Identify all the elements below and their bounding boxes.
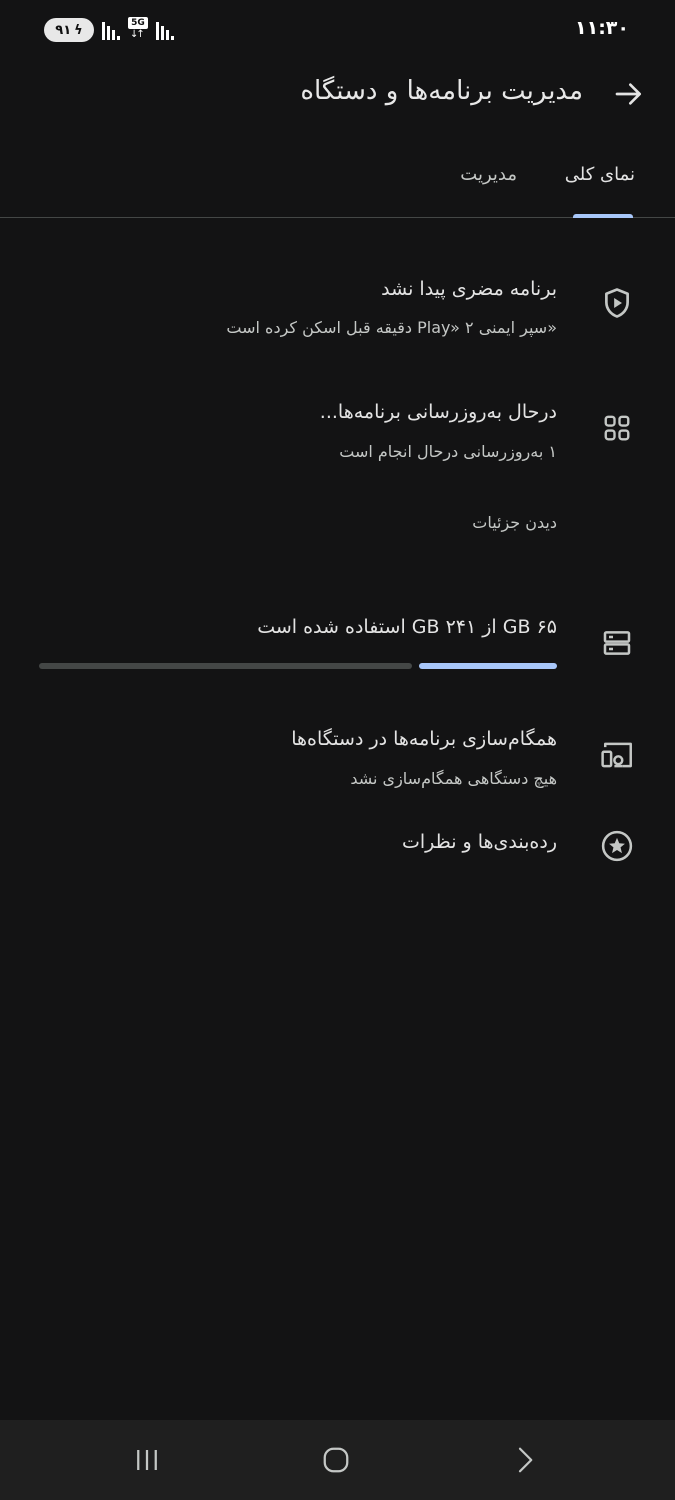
ratings-title: رده‌بندی‌ها و نظرات (401, 831, 557, 853)
devices-icon (600, 738, 634, 772)
system-nav-bar (0, 1420, 675, 1500)
shield-play-icon (600, 286, 634, 320)
tab-indicator (573, 214, 633, 218)
recent-apps-button[interactable] (127, 1442, 167, 1478)
apps-grid-icon (600, 411, 634, 445)
tab-manage[interactable]: مدیریت (460, 164, 517, 185)
tab-bar: نمای کلی مدیریت (0, 140, 675, 218)
storage-row[interactable]: ۶۵ GB از ۲۴۱ GB استفاده شده است (0, 610, 675, 680)
home-icon (323, 1447, 349, 1473)
chevron-right-icon (518, 1447, 533, 1473)
network-5g-icon: 5G ↓↑ (128, 17, 148, 43)
network-type-label: 5G (128, 17, 148, 29)
signal-icon-sim1 (102, 20, 120, 40)
screen: ۱۱:۳۰ ۹۱ ϟ 5G ↓↑ مدیریت برنامه‌ها و دستگ… (0, 0, 675, 1500)
protect-subtitle: «سپر ایمنی Play» ۲ دقیقه قبل اسکن کرده ا… (226, 318, 557, 337)
signal-icon-sim2 (156, 20, 174, 40)
storage-used-fill (419, 663, 557, 669)
protect-title: برنامه مضری پیدا نشد (381, 278, 557, 300)
ratings-row[interactable]: رده‌بندی‌ها و نظرات (0, 812, 675, 882)
battery-level: ۹۱ (55, 22, 72, 38)
play-protect-row[interactable]: برنامه مضری پیدا نشد «سپر ایمنی Play» ۲ … (0, 270, 675, 360)
star-circle-icon (600, 829, 634, 863)
recent-apps-icon (137, 1450, 157, 1470)
updates-title: درحال به‌روزرسانی برنامه‌ها... (319, 401, 557, 423)
home-button[interactable] (316, 1442, 356, 1478)
sync-title: همگام‌سازی برنامه‌ها در دستگاه‌ها (291, 728, 557, 750)
battery-icon: ۹۱ ϟ (44, 18, 94, 42)
status-time: ۱۱:۳۰ (575, 17, 629, 39)
back-nav-button[interactable] (505, 1442, 545, 1478)
updates-subtitle: ۱ به‌روزرسانی درحال انجام است (339, 442, 557, 461)
page-title: مدیریت برنامه‌ها و دستگاه (300, 76, 583, 106)
data-arrows-icon: ↓↑ (130, 29, 145, 40)
updates-row[interactable]: درحال به‌روزرسانی برنامه‌ها... ۱ به‌روزر… (0, 395, 675, 545)
app-bar: مدیریت برنامه‌ها و دستگاه (0, 60, 675, 130)
charging-bolt-icon: ϟ (74, 22, 83, 38)
sync-subtitle: هیچ دستگاهی همگام‌سازی نشد (350, 769, 557, 788)
storage-icon (600, 626, 634, 660)
arrow-forward-icon (615, 83, 641, 105)
sync-row[interactable]: همگام‌سازی برنامه‌ها در دستگاه‌ها هیچ دس… (0, 722, 675, 802)
status-bar: ۱۱:۳۰ ۹۱ ϟ 5G ↓↑ (0, 0, 675, 60)
storage-free-track (39, 663, 412, 669)
see-details-link[interactable]: دیدن جزئیات (472, 513, 557, 532)
status-icons: ۹۱ ϟ 5G ↓↑ (44, 17, 174, 43)
tab-overview[interactable]: نمای کلی (565, 164, 635, 185)
storage-title: ۶۵ GB از ۲۴۱ GB استفاده شده است (257, 616, 557, 638)
back-button[interactable] (611, 76, 647, 112)
storage-progress-bar (39, 663, 557, 669)
